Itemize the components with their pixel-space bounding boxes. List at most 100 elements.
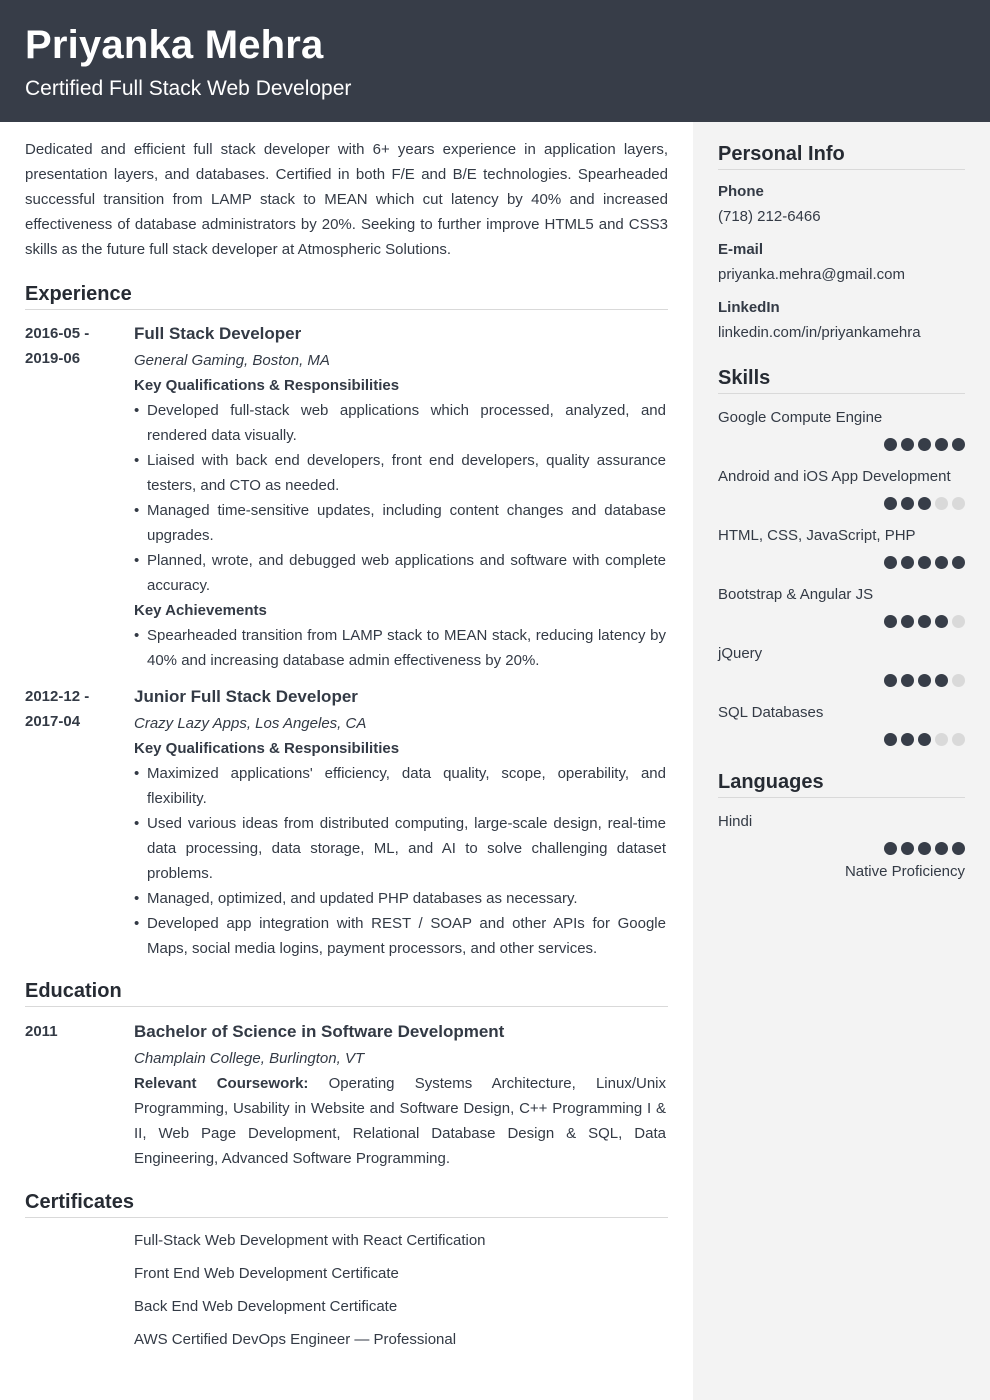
rating-dot-filled-icon [918, 438, 931, 451]
language-name: Hindi [718, 813, 753, 830]
rating-dot-filled-icon [935, 438, 948, 451]
bullet-icon: • [134, 452, 140, 469]
rating-dot-filled-icon [884, 438, 897, 451]
date-start: 2016-05 - [25, 325, 90, 342]
bullet-icon: • [134, 815, 140, 832]
job-title: Junior Full Stack Developer [134, 687, 358, 706]
bullet-icon: • [134, 502, 140, 519]
rating-dot-filled-icon [901, 733, 914, 746]
entry-date: 2011 [25, 1023, 58, 1040]
skill-item: Google Compute Engine [718, 405, 965, 451]
rating-dot-filled-icon [901, 556, 914, 569]
list-item: • Maximized applications' efficiency, dat… [134, 761, 666, 811]
personal-info-section: Personal Info Phone (718) 212-6466 E-mai… [718, 141, 965, 345]
rating-dot-filled-icon [884, 842, 897, 855]
phone-value: (718) 212-6466 [718, 208, 821, 225]
qualifications-list: • Developed full-stack web applications w… [134, 398, 666, 598]
rating-dot-empty-icon [952, 615, 965, 628]
list-item: • Planned, wrote, and debugged web applic… [134, 548, 666, 598]
rating-dot-empty-icon [935, 733, 948, 746]
skills-title: Skills [718, 365, 965, 394]
skill-name: Google Compute Engine [718, 409, 883, 426]
skill-item: Bootstrap & Angular JS [718, 582, 965, 628]
skill-rating [718, 438, 965, 451]
list-item: • Liaised with back end developers, front… [134, 448, 666, 498]
list-item: • Managed time-sensitive updates, includi… [134, 498, 666, 548]
linkedin-label: LinkedIn [718, 299, 780, 316]
rating-dot-filled-icon [884, 615, 897, 628]
rating-dot-filled-icon [901, 674, 914, 687]
bullet-icon: • [134, 915, 140, 932]
education-section: Education 2011 Bachelor of Science in So… [25, 978, 668, 1171]
certificates-title: Certificates [25, 1189, 668, 1218]
languages-section: Languages Hindi Native Proficiency [718, 769, 965, 884]
skills-section: Skills Google Compute Engine Android and … [718, 365, 965, 746]
coursework: Relevant Coursework: Operating Systems A… [134, 1071, 666, 1171]
skill-item: jQuery [718, 641, 965, 687]
list-item: • Spearheaded transition from LAMP stack … [134, 623, 666, 673]
list-item: • Developed full-stack web applications w… [134, 398, 666, 448]
rating-dot-filled-icon [884, 556, 897, 569]
list-item: • Used various ideas from distributed com… [134, 811, 666, 886]
candidate-name: Priyanka Mehra [25, 23, 324, 67]
skill-name: Bootstrap & Angular JS [718, 586, 874, 603]
achievements-heading: Key Achievements [134, 602, 267, 619]
skill-rating [718, 497, 965, 510]
skill-rating [718, 674, 965, 687]
skill-rating [718, 615, 965, 628]
rating-dot-filled-icon [935, 674, 948, 687]
rating-dot-filled-icon [884, 674, 897, 687]
coursework-label: Relevant Coursework: [134, 1075, 309, 1092]
experience-section: Experience 2016-05 - 2019-06 Full Stack … [25, 281, 668, 961]
certificate-item: Full-Stack Web Development with React Ce… [134, 1232, 486, 1249]
experience-title: Experience [25, 281, 668, 310]
rating-dot-filled-icon [918, 842, 931, 855]
education-entry: 2011 Bachelor of Science in Software Dev… [25, 1019, 668, 1171]
rating-dot-filled-icon [901, 615, 914, 628]
rating-dot-empty-icon [952, 674, 965, 687]
personal-info-title: Personal Info [718, 141, 965, 170]
skill-item: Android and iOS App Development [718, 464, 965, 510]
rating-dot-filled-icon [952, 842, 965, 855]
rating-dot-filled-icon [952, 438, 965, 451]
qualifications-list: • Maximized applications' efficiency, dat… [134, 761, 666, 961]
company: Crazy Lazy Apps, Los Angeles, CA [134, 715, 367, 732]
email-value[interactable]: priyanka.mehra@gmail.com [718, 262, 965, 287]
rating-dot-filled-icon [884, 733, 897, 746]
date-start: 2012-12 - [25, 688, 90, 705]
skills-list: Google Compute Engine Android and iOS App… [718, 405, 965, 746]
qualifications-heading: Key Qualifications & Responsibilities [134, 377, 400, 394]
rating-dot-filled-icon [918, 733, 931, 746]
sidebar: Personal Info Phone (718) 212-6466 E-mai… [693, 122, 990, 1400]
skill-name: HTML, CSS, JavaScript, PHP [718, 527, 916, 544]
rating-dot-empty-icon [952, 733, 965, 746]
linkedin-value[interactable]: linkedin.com/in/priyankamehra [718, 320, 965, 345]
entry-date: 2016-05 - 2019-06 [25, 321, 125, 371]
rating-dot-filled-icon [901, 497, 914, 510]
rating-dot-filled-icon [935, 615, 948, 628]
main-column: Dedicated and efficient full stack devel… [25, 137, 668, 1348]
skill-item: HTML, CSS, JavaScript, PHP [718, 523, 965, 569]
list-item: • Developed app integration with REST / S… [134, 911, 666, 961]
experience-entry: 2012-12 - 2017-04 Junior Full Stack Deve… [25, 684, 668, 961]
certificate-item: AWS Certified DevOps Engineer — Professi… [134, 1331, 457, 1348]
languages-list: Hindi Native Proficiency [718, 809, 965, 884]
rating-dot-filled-icon [918, 556, 931, 569]
skill-rating [718, 733, 965, 746]
rating-dot-filled-icon [901, 842, 914, 855]
education-title: Education [25, 978, 668, 1007]
bullet-icon: • [134, 765, 140, 782]
rating-dot-filled-icon [884, 497, 897, 510]
skill-name: SQL Databases [718, 704, 824, 721]
entry-date: 2012-12 - 2017-04 [25, 684, 125, 734]
skill-rating [718, 556, 965, 569]
bullet-icon: • [134, 627, 140, 644]
summary: Dedicated and efficient full stack devel… [25, 141, 668, 258]
list-item: • Managed, optimized, and updated PHP dat… [134, 886, 666, 911]
certificate-item: Front End Web Development Certificate [134, 1265, 399, 1282]
job-title: Full Stack Developer [134, 324, 302, 343]
bullet-icon: • [134, 552, 140, 569]
experience-entry: 2016-05 - 2019-06 Full Stack Developer G… [25, 321, 668, 673]
achievements-list: • Spearheaded transition from LAMP stack … [134, 623, 666, 673]
certificates-section: Certificates Full-Stack Web Development … [25, 1189, 668, 1363]
